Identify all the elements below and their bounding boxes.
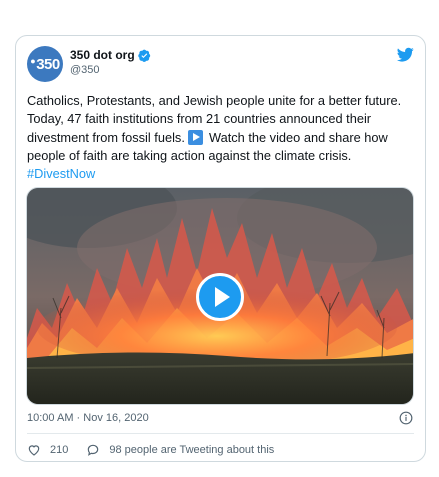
action-bar: 210 98 people are Tweeting about this (27, 443, 274, 457)
play-button-emoji-icon (188, 129, 204, 145)
twitter-bird-icon[interactable] (397, 46, 414, 63)
avatar[interactable]: ● 350 (27, 46, 63, 82)
like-button[interactable]: 210 (27, 443, 68, 457)
tweeting-about-link[interactable]: 98 people are Tweeting about this (86, 443, 274, 457)
divider (27, 433, 414, 434)
timestamp[interactable]: 10:00 AM · Nov 16, 2020 (27, 412, 149, 424)
video-player[interactable] (26, 187, 414, 405)
like-count: 210 (50, 444, 69, 456)
speech-bubble-icon (88, 444, 99, 456)
tweet-text: Catholics, Protestants, and Jewish peopl… (27, 93, 402, 182)
heart-icon (28, 445, 40, 456)
handle[interactable]: @350 (70, 64, 100, 76)
hashtag-link[interactable]: #DivestNow (27, 166, 95, 181)
verified-badge-icon (137, 49, 150, 62)
tweeting-about-text: 98 people are Tweeting about this (109, 444, 275, 456)
tweet-card[interactable]: ● 350 350 dot org @350 Catholics, Protest… (15, 35, 426, 462)
display-name[interactable]: 350 dot org (70, 48, 135, 62)
info-icon[interactable] (399, 411, 413, 425)
author-row: 350 dot org (70, 48, 151, 62)
play-icon (215, 287, 230, 307)
play-button[interactable] (196, 273, 244, 321)
